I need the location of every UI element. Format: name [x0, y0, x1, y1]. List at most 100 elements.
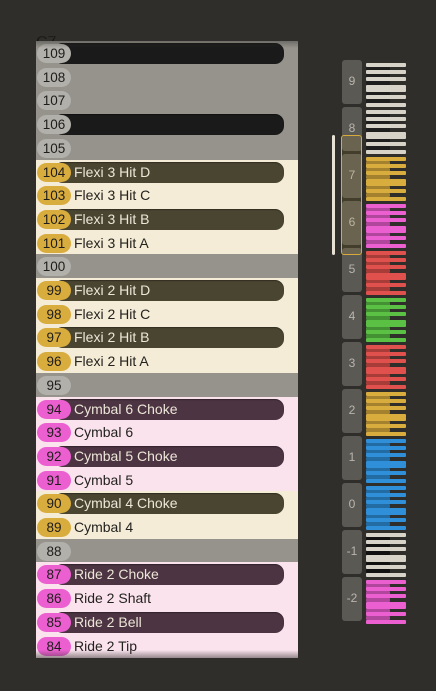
minimap-key [366, 478, 406, 483]
key-row-85[interactable]: 85 Ride 2 Bell [36, 609, 300, 635]
minimap-octave-9[interactable]: 9 [342, 60, 362, 104]
minimap-key [366, 290, 406, 295]
sound-label: Ride 2 Shaft [74, 590, 152, 607]
sound-label: Flexi 3 Hit A [74, 234, 149, 251]
minimap-octave-label: 9 [348, 74, 356, 88]
key-row-96[interactable]: 96 Flexi 2 Hit A [36, 349, 300, 374]
note-number-badge: 105 [37, 138, 71, 158]
sound-label: Flexi 2 Hit D [74, 282, 151, 298]
sound-label: Ride 2 Tip [74, 637, 138, 654]
minimap-octave-label: 8 [348, 121, 356, 135]
note-number-badge: 106 [37, 115, 71, 135]
key-background [36, 88, 298, 114]
keyboard-scrollbar[interactable] [332, 135, 335, 255]
minimap-octave-0[interactable]: 0 [342, 483, 362, 527]
key-row-109[interactable]: 109 [36, 41, 300, 66]
key-row-105[interactable]: 105 [36, 135, 300, 161]
minimap-key [366, 102, 406, 107]
note-number-badge: 108 [37, 67, 71, 87]
note-number-badge: 94 [37, 399, 71, 419]
note-number-badge: 89 [37, 518, 71, 537]
note-number-badge: 90 [37, 494, 71, 514]
note-number-badge: 95 [37, 375, 71, 395]
note-number-badge: 100 [37, 257, 71, 277]
minimap-octave--1[interactable]: -1 [342, 530, 362, 574]
key-row-97[interactable]: 97 Flexi 2 Hit B [36, 325, 300, 351]
sound-label: Cymbal 6 Choke [74, 400, 178, 417]
note-number-badge: 103 [37, 186, 71, 206]
key-row-93[interactable]: 93 Cymbal 6 [36, 420, 300, 445]
key-row-108[interactable]: 108 [36, 64, 300, 90]
minimap-octave-label: -1 [346, 544, 358, 558]
black-key[interactable] [54, 43, 284, 64]
key-row-100[interactable]: 100 [36, 254, 300, 279]
note-number-badge: 99 [37, 281, 71, 300]
sound-label: Flexi 2 Hit A [74, 353, 149, 370]
minimap-key [366, 525, 406, 530]
note-number-badge: 107 [37, 91, 71, 111]
minimap-key [366, 196, 406, 201]
note-number-badge: 84 [37, 636, 71, 656]
minimap-key [366, 572, 406, 577]
minimap-viewport-handle[interactable] [341, 135, 362, 255]
key-background [36, 372, 298, 398]
key-row-95[interactable]: 95 [36, 372, 300, 398]
minimap-key [366, 243, 406, 248]
sound-label: Flexi 3 Hit B [74, 210, 150, 227]
minimap-octave-2[interactable]: 2 [342, 389, 362, 433]
key-background [36, 538, 298, 564]
minimap-octave-label: 4 [348, 309, 356, 323]
minimap-octave--2[interactable]: -2 [342, 577, 362, 621]
key-row-106[interactable]: 106 [36, 112, 300, 137]
key-row-86[interactable]: 86 Ride 2 Shaft [36, 586, 300, 611]
key-row-92[interactable]: 92 Cymbal 5 Choke [36, 443, 300, 469]
key-background [36, 135, 298, 161]
key-row-107[interactable]: 107 [36, 88, 300, 114]
minimap-key [366, 337, 406, 342]
key-row-94[interactable]: 94 Cymbal 6 Choke [36, 396, 300, 422]
minimap-key [366, 619, 406, 624]
note-number-badge: 102 [37, 209, 71, 229]
key-row-102[interactable]: 102 Flexi 3 Hit B [36, 206, 300, 232]
note-number-badge: 104 [37, 162, 71, 182]
sound-label: Cymbal 4 [74, 519, 134, 535]
minimap-octave-label: -2 [346, 591, 358, 605]
note-number-badge: 96 [37, 352, 71, 372]
note-number-badge: 93 [37, 423, 71, 443]
minimap-key [366, 384, 406, 389]
key-row-103[interactable]: 103 Flexi 3 Hit C [36, 183, 300, 208]
note-number-badge: 97 [37, 328, 71, 348]
key-row-89[interactable]: 89 Cymbal 4 [36, 515, 300, 540]
minimap-octave-3[interactable]: 3 [342, 342, 362, 386]
sound-label: Flexi 3 Hit C [74, 187, 151, 204]
sound-label: Flexi 2 Hit B [74, 329, 150, 346]
sound-label: Cymbal 5 Choke [74, 447, 178, 464]
key-row-91[interactable]: 91 Cymbal 5 [36, 467, 300, 493]
note-number-badge: 98 [37, 304, 71, 324]
key-row-99[interactable]: 99 Flexi 2 Hit D [36, 278, 300, 303]
minimap-octave-label: 2 [348, 403, 356, 417]
minimap-octave-label: 5 [348, 262, 356, 276]
sound-label: Flexi 2 Hit C [74, 305, 151, 322]
key-background [36, 254, 298, 279]
sound-label: Cymbal 4 Choke [74, 495, 178, 512]
sound-label: Cymbal 5 [74, 471, 134, 488]
key-row-84[interactable]: 84 Ride 2 Tip [36, 633, 300, 659]
minimap-key [366, 149, 406, 154]
key-row-101[interactable]: 101 Flexi 3 Hit A [36, 230, 300, 256]
note-number-badge: 101 [37, 233, 71, 253]
minimap-octave-label: 3 [348, 356, 356, 370]
key-row-104[interactable]: 104 Flexi 3 Hit D [36, 159, 300, 185]
minimap-octave-4[interactable]: 4 [342, 295, 362, 339]
note-number-badge: 91 [37, 470, 71, 490]
key-row-90[interactable]: 90 Cymbal 4 Choke [36, 491, 300, 516]
key-row-88[interactable]: 88 [36, 538, 300, 564]
sound-label: Ride 2 Choke [74, 566, 159, 583]
drum-key-list[interactable]: 109 108 107 106 105 104 Flexi 3 Hit D 103 Flexi … [36, 34, 300, 662]
minimap-octave-label: 1 [348, 450, 356, 464]
black-key[interactable] [54, 114, 284, 136]
key-row-98[interactable]: 98 Flexi 2 Hit C [36, 301, 300, 327]
key-row-87[interactable]: 87 Ride 2 Choke [36, 562, 300, 588]
minimap-octave-label: 0 [348, 497, 356, 511]
minimap-octave-1[interactable]: 1 [342, 436, 362, 480]
